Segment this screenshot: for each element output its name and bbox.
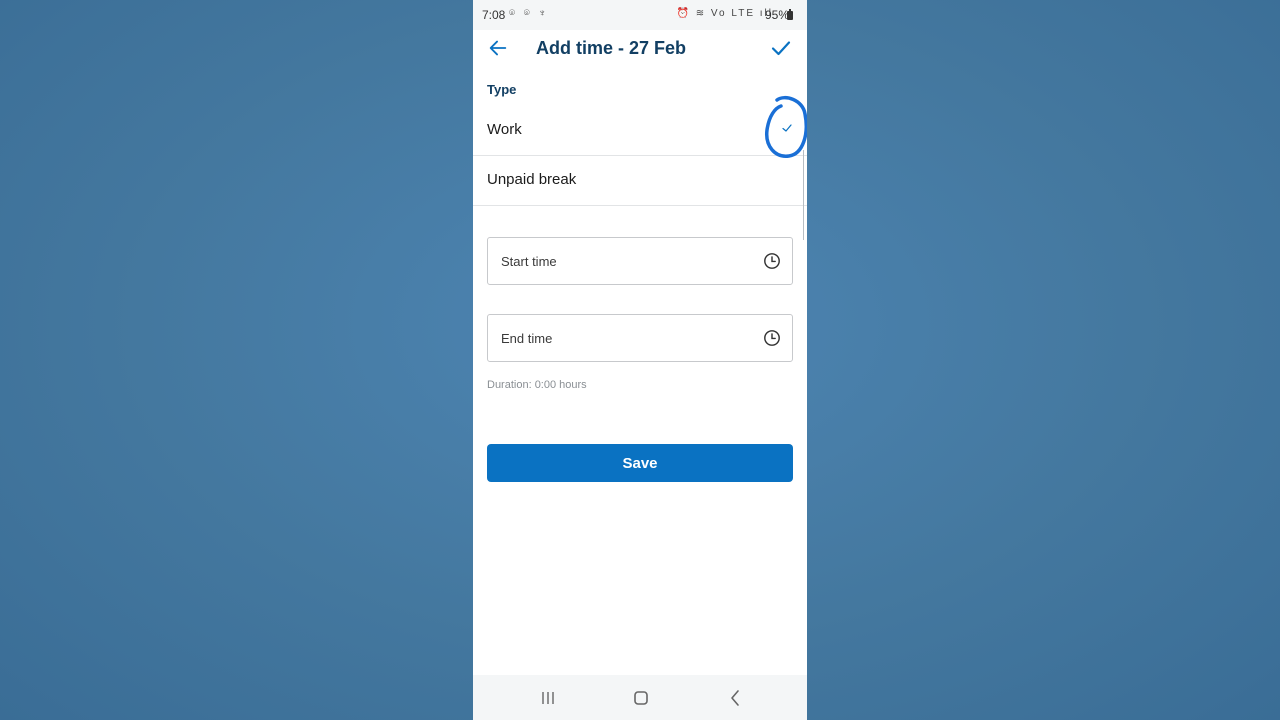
duration-text: Duration: 0:00 hours (487, 379, 587, 391)
battery-icon (787, 9, 793, 20)
status-bar: 7:08 ⌾ ⌾ ♆ ⏰ ≋ Vo LTE ıll 95% (473, 0, 807, 30)
arrow-left-icon[interactable] (487, 37, 509, 59)
type-option-unpaid-break[interactable]: Unpaid break (473, 155, 807, 206)
scroll-indicator (803, 150, 804, 240)
clock-icon (764, 253, 780, 269)
header: Add time - 27 Feb (473, 30, 807, 70)
type-label: Type (487, 82, 517, 97)
type-option-work[interactable]: Work (473, 105, 807, 156)
navigation-bar (473, 675, 807, 720)
end-time-field[interactable]: End time (487, 314, 793, 362)
type-option-label: Work (487, 121, 522, 138)
clock-icon (764, 330, 780, 346)
phone-screen: 7:08 ⌾ ⌾ ♆ ⏰ ≋ Vo LTE ıll 95% Add time -… (473, 0, 807, 720)
end-time-placeholder: End time (501, 331, 553, 346)
signal-icons: ⏰ ≋ Vo LTE ıll (676, 8, 773, 19)
battery-percent: 95% (764, 8, 789, 22)
back-icon[interactable] (724, 687, 746, 709)
start-time-placeholder: Start time (501, 254, 557, 269)
start-time-field[interactable]: Start time (487, 237, 793, 285)
notification-icons: ⌾ ⌾ ♆ (509, 8, 550, 19)
selected-check-icon (782, 124, 792, 132)
type-option-label: Unpaid break (487, 171, 577, 188)
checkmark-icon[interactable] (769, 36, 793, 60)
status-time: 7:08 (482, 8, 506, 22)
home-icon[interactable] (630, 687, 652, 709)
save-button[interactable]: Save (487, 444, 793, 482)
recents-icon[interactable] (537, 687, 559, 709)
page-title: Add time - 27 Feb (536, 38, 687, 58)
